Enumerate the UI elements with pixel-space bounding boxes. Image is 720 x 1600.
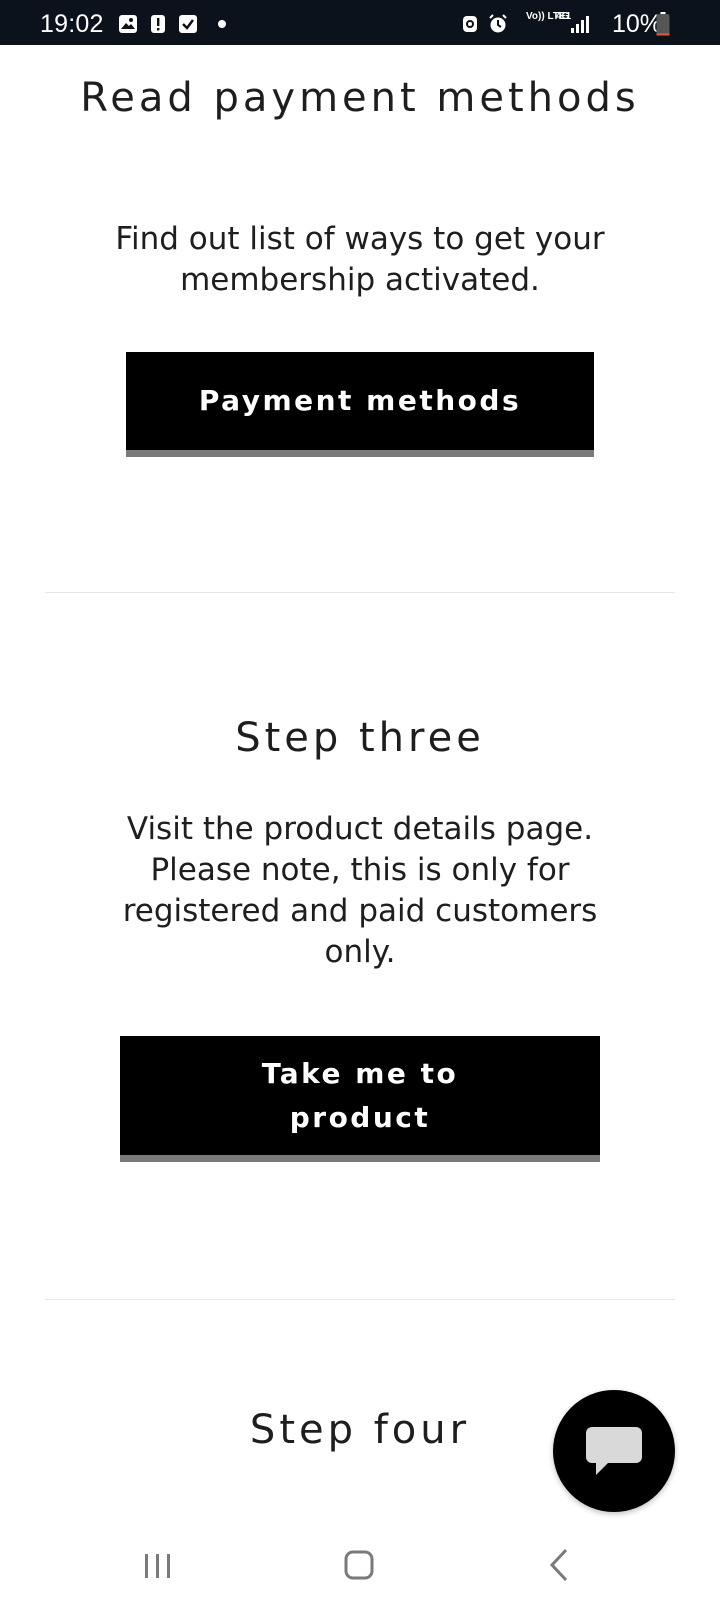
section-description-step-three: Visit the product details page. Please n… [122, 811, 598, 970]
recent-apps-icon[interactable] [128, 1542, 188, 1588]
navigation-bar [0, 1530, 720, 1600]
android-icon [463, 16, 477, 32]
gallery-icon [119, 15, 137, 33]
payment-methods-button[interactable]: Payment methods [126, 352, 594, 457]
section-divider [45, 1299, 675, 1300]
section-description-payment: Find out list of ways to get your member… [115, 221, 605, 298]
take-me-to-product-button[interactable]: Take me to product [120, 1036, 600, 1162]
status-bar: 19:02 Vo)) LTE1 4G 10% [0, 0, 720, 45]
section-divider [45, 592, 675, 593]
battery-percent: 10% [612, 10, 663, 38]
status-time: 19:02 [40, 10, 104, 38]
back-icon[interactable] [532, 1542, 592, 1588]
alert-icon [151, 15, 165, 33]
chat-button[interactable] [553, 1390, 675, 1512]
alarm-icon [489, 14, 507, 33]
chat-bubble-icon [586, 1427, 642, 1475]
network-label: 4G [556, 11, 570, 22]
battery-icon [656, 12, 670, 36]
home-icon[interactable] [330, 1542, 390, 1588]
page-content: Read payment methods Find out list of wa… [0, 45, 720, 1530]
section-heading-step-three: Step three [235, 715, 485, 761]
signal-icon [571, 16, 589, 33]
checkbox-icon [179, 15, 197, 33]
dot-icon [218, 20, 226, 28]
section-heading-payment: Read payment methods [80, 75, 640, 121]
